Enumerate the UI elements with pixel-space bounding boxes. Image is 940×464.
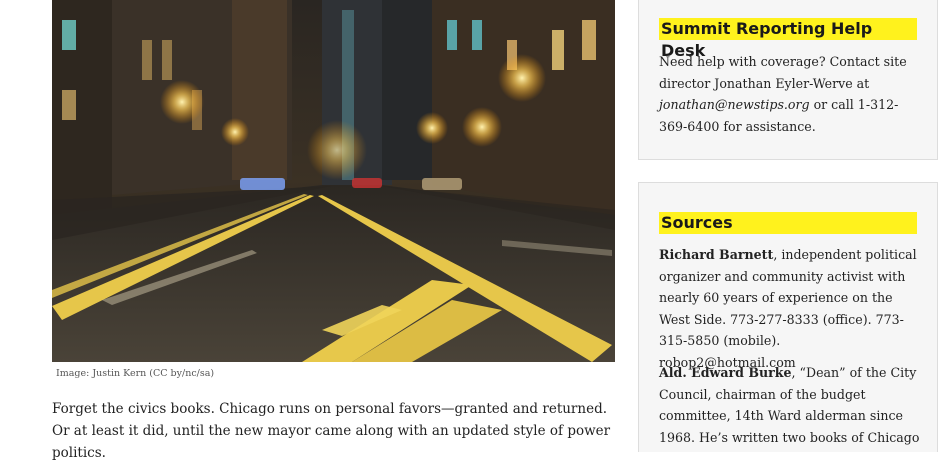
source-description: , independent political organizer and co… [659, 247, 917, 370]
help-desk-text: Need help with coverage? Contact site di… [659, 54, 907, 134]
email-link[interactable]: jonathan@newstips.org [659, 97, 810, 112]
city-street-night-image [52, 0, 615, 362]
sources-title: Sources [659, 212, 917, 234]
sources-box: Sources Richard Barnett, independent pol… [638, 182, 938, 452]
source-name: Ald. Edward Burke [659, 365, 792, 380]
image-caption: Image: Justin Kern (CC by/nc/sa) [56, 368, 215, 379]
source-entry: Ald. Edward Burke, “Dean” of the City Co… [659, 362, 921, 448]
source-entry: Richard Barnett, independent political o… [659, 244, 921, 373]
hero-photo [52, 0, 615, 362]
article-paragraph: Forget the civics books. Chicago runs on… [52, 401, 611, 461]
help-desk-box: Summit Reporting Help Desk Need help wit… [638, 0, 938, 160]
source-name: Richard Barnett [659, 247, 774, 262]
help-desk-title: Summit Reporting Help Desk [659, 18, 917, 60]
